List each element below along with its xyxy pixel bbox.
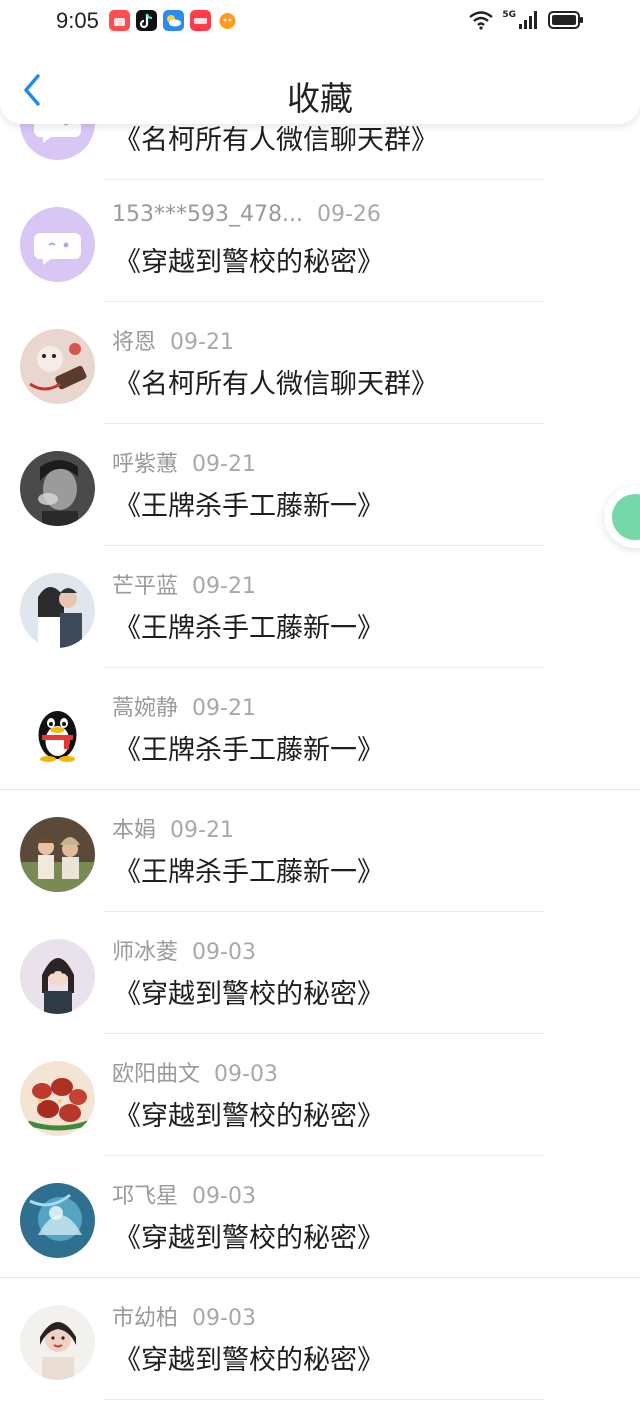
item-meta: 欧阳曲文 09-03 <box>112 1056 278 1088</box>
item-meta: 将恩 09-21 <box>112 324 234 356</box>
item-date: 09-03 <box>192 1306 256 1331</box>
favorite-title: 《名柯所有人微信聊天群》 <box>114 369 438 400</box>
taobao-app-icon <box>109 10 130 31</box>
username: 153***593_478... <box>112 202 303 227</box>
item-date: 09-03 <box>192 940 256 965</box>
item-meta: 呼紫蕙 09-21 <box>112 446 256 478</box>
favorite-list-item[interactable]: 芒平蓝 09-21 《王牌杀手工藤新一》 <box>0 546 640 668</box>
username: 蒿婉静 <box>112 696 179 721</box>
favorite-title: 《穿越到警校的秘密》 <box>114 1345 384 1376</box>
favorite-title: 《穿越到警校的秘密》 <box>114 1101 384 1132</box>
item-date: 09-21 <box>192 452 256 477</box>
status-indicators: 5G <box>468 10 584 34</box>
item-meta: 市幼柏 09-03 <box>112 1300 256 1332</box>
favorite-title: 《穿越到警校的秘密》 <box>114 1223 384 1254</box>
username: 将恩 <box>112 330 157 355</box>
weather-app-icon <box>163 10 184 31</box>
favorite-list-item[interactable]: 本娟 09-21 《王牌杀手工藤新一》 <box>0 790 640 912</box>
favorite-list-item[interactable]: 蒿婉静 09-21 《王牌杀手工藤新一》 <box>0 668 640 790</box>
favorite-title: 《穿越到警校的秘密》 <box>114 247 384 278</box>
avatar[interactable] <box>20 695 95 770</box>
username: 市幼柏 <box>112 1306 179 1331</box>
favorite-title: 《王牌杀手工藤新一》 <box>114 613 384 644</box>
username: 欧阳曲文 <box>112 1062 201 1087</box>
favorite-title: 《王牌杀手工藤新一》 <box>114 857 384 888</box>
favorite-list-item[interactable]: 师冰菱 09-03 《穿越到警校的秘密》 <box>0 912 640 1034</box>
favorite-list-item[interactable]: 将恩 09-21 《名柯所有人微信聊天群》 <box>0 302 640 424</box>
signal-icon <box>518 10 540 34</box>
username: 邛飞星 <box>112 1184 179 1209</box>
item-meta: 师冰菱 09-03 <box>112 934 256 966</box>
favorite-list-item[interactable]: 欧阳曲文 09-03 《穿越到警校的秘密》 <box>0 1034 640 1156</box>
favorite-title: 《王牌杀手工藤新一》 <box>114 735 384 766</box>
avatar[interactable] <box>20 939 95 1014</box>
avatar[interactable] <box>20 573 95 648</box>
status-bar: 9:05 5G <box>0 0 640 44</box>
item-date: 09-03 <box>214 1062 278 1087</box>
item-date: 09-21 <box>170 818 234 843</box>
tmall-app-icon <box>190 10 211 31</box>
username: 呼紫蕙 <box>112 452 179 477</box>
avatar[interactable] <box>20 1305 95 1380</box>
item-meta: 153***593_478... 09-26 <box>112 202 381 227</box>
item-meta: 芒平蓝 09-21 <box>112 568 256 600</box>
username: 师冰菱 <box>112 940 179 965</box>
navigation-header: 收藏 <box>0 44 640 124</box>
favorite-list-item[interactable]: 邛飞星 09-03 《穿越到警校的秘密》 <box>0 1156 640 1278</box>
username: 芒平蓝 <box>112 574 179 599</box>
username: 本娟 <box>112 818 157 843</box>
item-date: 09-21 <box>170 330 234 355</box>
avatar[interactable] <box>20 451 95 526</box>
game-app-icon <box>217 10 238 31</box>
favorite-list-item[interactable]: 市幼柏 09-03 《穿越到警校的秘密》 <box>0 1278 640 1400</box>
item-date: 09-21 <box>192 574 256 599</box>
avatar[interactable] <box>20 207 95 282</box>
item-date: 09-21 <box>192 696 256 721</box>
avatar[interactable] <box>20 1061 95 1136</box>
item-date: 09-26 <box>316 202 381 227</box>
item-meta: 蒿婉静 09-21 <box>112 690 256 722</box>
item-meta: 本娟 09-21 <box>112 812 234 844</box>
item-date: 09-03 <box>192 1184 256 1209</box>
page-title: 收藏 <box>287 79 353 118</box>
favorite-list-item[interactable]: 153***593_478... 09-26 《穿越到警校的秘密》 <box>0 180 640 302</box>
tiktok-app-icon <box>136 10 157 31</box>
notification-app-icons <box>109 10 238 31</box>
network-type-label: 5G <box>502 10 516 20</box>
favorite-title: 《王牌杀手工藤新一》 <box>114 491 384 522</box>
divider <box>104 1399 544 1400</box>
battery-icon <box>548 10 584 34</box>
avatar[interactable] <box>20 329 95 404</box>
wifi-icon <box>468 10 494 34</box>
avatar[interactable] <box>20 817 95 892</box>
status-time: 9:05 <box>56 8 99 33</box>
item-meta: 邛飞星 09-03 <box>112 1178 256 1210</box>
favorite-title: 《穿越到警校的秘密》 <box>114 979 384 1010</box>
favorite-list-item[interactable]: 呼紫蕙 09-21 《王牌杀手工藤新一》 <box>0 424 640 546</box>
chat-bubble-icon <box>612 494 640 540</box>
avatar[interactable] <box>20 1183 95 1258</box>
